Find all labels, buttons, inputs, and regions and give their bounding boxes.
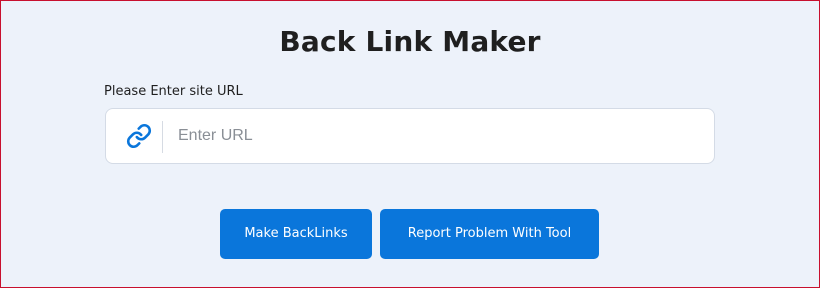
- url-input-box[interactable]: [105, 108, 715, 164]
- report-problem-button[interactable]: Report Problem With Tool: [380, 209, 599, 259]
- page-title: Back Link Maker: [279, 24, 541, 58]
- tool-panel: Back Link Maker Please Enter site URL Ma…: [0, 0, 820, 288]
- url-input[interactable]: [178, 119, 698, 153]
- url-field-label: Please Enter site URL: [104, 84, 243, 99]
- link-icon: [126, 123, 152, 149]
- input-divider: [162, 121, 163, 153]
- make-backlinks-button[interactable]: Make BackLinks: [220, 209, 372, 259]
